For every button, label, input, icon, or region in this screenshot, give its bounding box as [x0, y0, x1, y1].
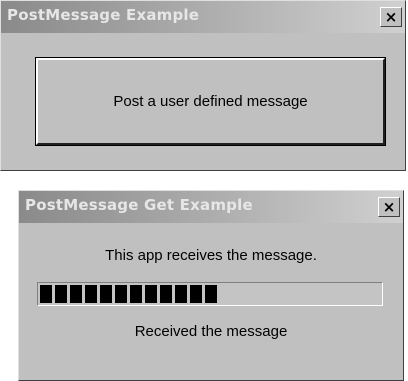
post-message-button[interactable]: Post a user defined message: [35, 57, 386, 146]
window-title: PostMessage Example: [7, 6, 200, 24]
window-title: PostMessage Get Example: [25, 196, 253, 214]
progress-block: [85, 285, 97, 303]
window-titlebar[interactable]: PostMessage Get Example ×: [19, 191, 403, 223]
close-icon[interactable]: ×: [378, 197, 400, 217]
progress-block: [160, 285, 172, 303]
progress-block: [130, 285, 142, 303]
progress-block: [145, 285, 157, 303]
window-titlebar[interactable]: PostMessage Example ×: [1, 1, 405, 33]
message-label: This app receives the message.: [105, 247, 317, 264]
progress-block: [175, 285, 187, 303]
postmessage-get-example-window: PostMessage Get Example × This app recei…: [18, 190, 404, 381]
postmessage-example-window: PostMessage Example × Post a user define…: [0, 0, 406, 171]
progress-block: [190, 285, 202, 303]
progress-block: [100, 285, 112, 303]
progress-block: [40, 285, 52, 303]
progress-block: [205, 285, 217, 303]
progress-bar: [37, 282, 383, 306]
progress-block: [70, 285, 82, 303]
progress-block: [55, 285, 67, 303]
progress-block: [115, 285, 127, 303]
status-label: Received the message: [134, 323, 288, 340]
post-message-button-label: Post a user defined message: [113, 93, 308, 110]
close-icon[interactable]: ×: [380, 7, 402, 27]
progress-fill: [40, 285, 217, 303]
